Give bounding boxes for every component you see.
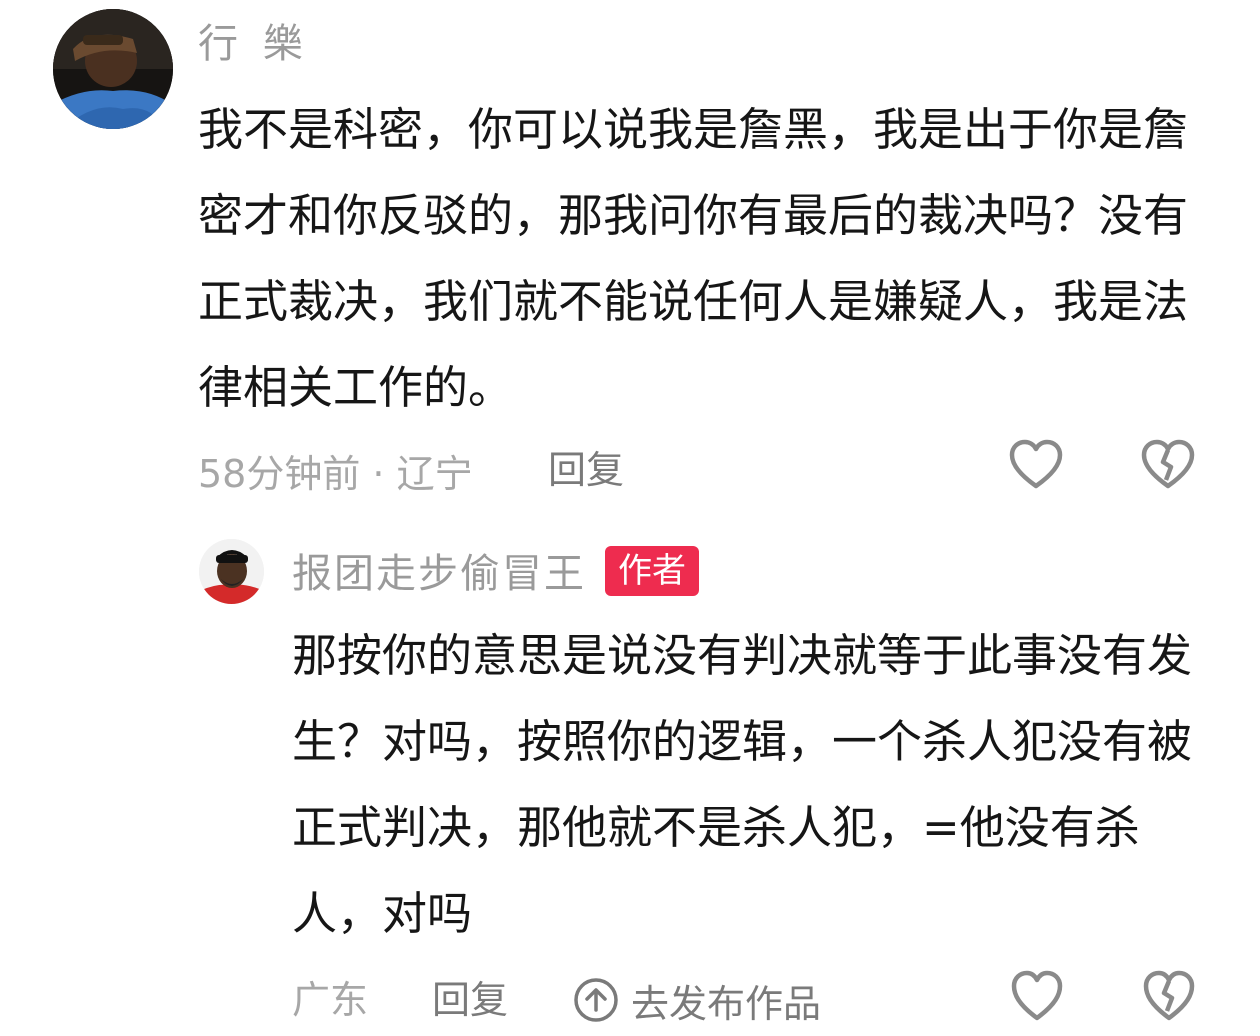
reply-username[interactable]: 报团走步偷冒王 — [292, 546, 586, 602]
comment-text: 我不是科密，你可以说我是詹黑，我是出于你是詹密才和你反驳的，那我问你有最后的裁决… — [198, 103, 1189, 414]
author-badge: 作者 — [605, 546, 699, 596]
dislike-button[interactable] — [1140, 438, 1196, 494]
reply-text: 那按你的意思是说没有判决就等于此事没有发生？对吗，按照你的逻辑，一个杀人犯没有被… — [292, 629, 1193, 940]
comment-thread: 行 樂 我不是科密，你可以说我是詹黑，我是出于你是詹密才和你反驳的，那我问你有最… — [0, 0, 1260, 1036]
avatar[interactable] — [53, 9, 173, 129]
heart-outline-icon — [1011, 970, 1063, 1021]
comment-time-location: 58分钟前 · 辽宁 — [198, 451, 473, 496]
arrow-up-circle-icon — [574, 978, 618, 1022]
broken-heart-icon — [1141, 439, 1195, 489]
reply-button[interactable]: 回复 — [432, 972, 508, 1028]
reply-location: 广东 — [292, 978, 369, 1022]
avatar[interactable] — [199, 539, 264, 604]
comment-username[interactable]: 行 樂 — [198, 16, 309, 72]
like-button[interactable] — [1010, 968, 1064, 1032]
dislike-button[interactable] — [1142, 968, 1196, 1032]
reply-button[interactable]: 回复 — [548, 442, 624, 498]
like-button[interactable] — [1008, 438, 1064, 494]
heart-outline-icon — [1009, 439, 1063, 489]
broken-heart-icon — [1143, 970, 1195, 1021]
goto-works-button[interactable]: 去发布作品 — [573, 972, 821, 1028]
goto-works-label: 去发布作品 — [631, 981, 822, 1026]
